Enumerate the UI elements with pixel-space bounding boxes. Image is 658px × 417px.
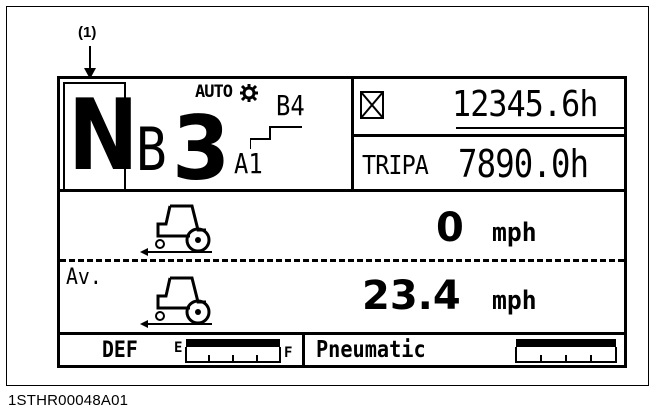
gauge-divider	[302, 335, 305, 365]
engine-hours: 12345.6h	[452, 84, 598, 125]
gear-icon	[240, 84, 258, 102]
range-letter: N	[68, 79, 139, 193]
speed-row-average: Av. 23.4 mph	[60, 262, 624, 334]
def-full-label: F	[284, 345, 293, 361]
speed-row-current: 0 mph	[60, 192, 624, 260]
trip-label: TRIPA	[362, 151, 429, 181]
def-label: DEF	[102, 338, 138, 363]
tractor-icon	[140, 204, 212, 256]
lower-gear: A1	[234, 147, 263, 180]
engine-hours-underline	[456, 127, 626, 129]
average-speed-unit: mph	[492, 286, 537, 316]
arrow-down-icon	[84, 46, 96, 79]
tractor-icon	[140, 276, 212, 328]
pneumatic-level-gauge	[515, 339, 617, 363]
auto-label: AUTO	[195, 82, 233, 102]
instrument-display: N B 3 AUTO B4 A1 12345.6h TRIPA 7890.0h	[57, 76, 627, 368]
trip-hours: 7890.0h	[458, 142, 589, 186]
upper-gear: B4	[276, 89, 305, 122]
hours-row-divider	[351, 134, 627, 137]
def-level-gauge	[185, 339, 281, 363]
gear-range-connector	[250, 126, 302, 149]
range-cell: N	[63, 79, 139, 193]
gear-prefix: B	[136, 115, 167, 185]
def-empty-label: E	[174, 340, 183, 356]
gauge-section-divider	[60, 332, 624, 335]
current-speed-value: 0	[436, 205, 464, 251]
pneumatic-label: Pneumatic	[316, 337, 426, 363]
callout-label: (1)	[78, 24, 97, 41]
gear-number: 3	[172, 97, 231, 200]
average-prefix: Av.	[66, 265, 102, 290]
average-speed-value: 23.4	[362, 273, 461, 319]
current-speed-unit: mph	[492, 218, 537, 248]
figure-code: 1STHR00048A01	[8, 392, 129, 409]
hourglass-icon	[360, 91, 384, 119]
